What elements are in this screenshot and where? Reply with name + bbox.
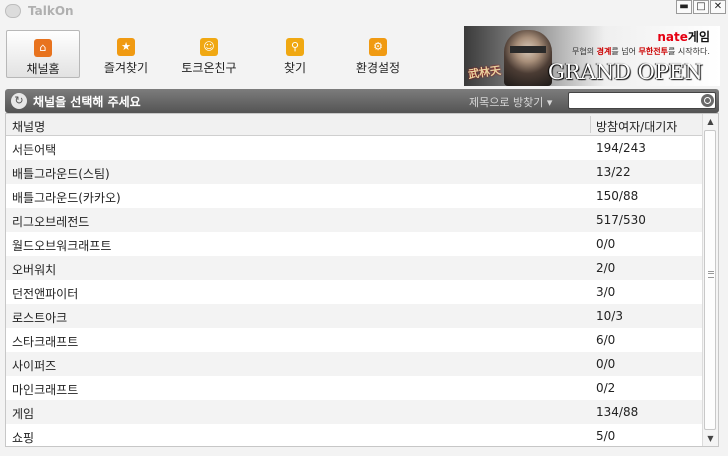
channel-name: 오버워치: [12, 263, 57, 277]
table-row[interactable]: 배틀그라운드(스팀) 13/22: [6, 160, 703, 184]
channel-home-icon: ⌂: [34, 39, 52, 57]
ad-headline: GRAND OPEN: [548, 60, 703, 84]
toolbar-search-button[interactable]: ⚲ 찾기: [258, 30, 332, 78]
table-row[interactable]: 월드오브워크래프트 0/0: [6, 232, 703, 256]
channel-count: 150/88: [596, 189, 639, 203]
scroll-up-arrow-icon[interactable]: ▲: [703, 114, 718, 129]
search-input[interactable]: [572, 94, 690, 107]
title-bar: TalkOn ▬ □ ✕: [0, 0, 728, 24]
toolbar-label: 환경설정: [355, 61, 401, 75]
channel-count: 13/22: [596, 165, 631, 179]
channel-count: 0/2: [596, 381, 616, 395]
table-row[interactable]: 게임 134/88: [6, 400, 703, 424]
window-controls: ▬ □ ✕: [676, 0, 726, 14]
ad-brand: nate게임: [657, 28, 710, 45]
ad-brand-suffix: 게임: [687, 30, 710, 44]
scrollbar-thumb[interactable]: [704, 130, 716, 430]
toolbar-favorites-button[interactable]: ★ 즐겨찾기: [89, 30, 163, 78]
toolbar-settings-button[interactable]: ⚙ 환경설정: [341, 30, 415, 78]
search-icon[interactable]: [701, 94, 714, 107]
channel-count: 10/3: [596, 309, 623, 323]
channel-name: 마인크래프트: [12, 383, 79, 397]
talkon-logo-icon: [5, 4, 21, 18]
window-title: TalkOn: [28, 4, 74, 18]
ad-character-image: [504, 30, 552, 86]
star-icon: ★: [117, 38, 135, 56]
table-rows: 서든어택 194/243 배틀그라운드(스팀) 13/22 배틀그라운드(카카오) 1…: [6, 136, 703, 446]
channel-name: 로스트아크: [12, 311, 68, 325]
channel-name: 스타크래프트: [12, 335, 79, 349]
maximize-button[interactable]: □: [693, 0, 709, 14]
table-row[interactable]: 던전앤파이터 3/0: [6, 280, 703, 304]
channel-count: 5/0: [596, 429, 616, 443]
close-button[interactable]: ✕: [710, 0, 726, 14]
channel-count: 0/0: [596, 357, 616, 371]
search-box: [568, 92, 716, 109]
column-divider[interactable]: [590, 116, 591, 133]
toolbar-label: 즐겨찾기: [103, 61, 149, 75]
ad-tagline: 무협의 경계를 넘어 무한전투를 시작하다.: [572, 47, 710, 56]
table-row[interactable]: 로스트아크 10/3: [6, 304, 703, 328]
channel-count: 517/530: [596, 213, 646, 227]
channel-name: 리그오브레전드: [12, 215, 90, 229]
column-header-participants[interactable]: 방참여자/대기자: [596, 118, 677, 135]
channel-header-bar: ↻ 채널을 선택해 주세요 제목으로 방찾기 ▾: [5, 89, 719, 113]
toolbar-friends-button[interactable]: ☺ 토크온친구: [172, 30, 246, 78]
scrollbar-grip-icon: [708, 271, 714, 278]
channel-name: 던전앤파이터: [12, 287, 79, 301]
channel-count: 2/0: [596, 261, 616, 275]
nate-logo: nate: [657, 30, 688, 44]
toolbar-label: 토크온친구: [181, 61, 237, 75]
channel-count: 0/0: [596, 237, 616, 251]
search-mode-dropdown[interactable]: 제목으로 방찾기 ▾: [469, 94, 552, 110]
channel-count: 194/243: [596, 141, 646, 155]
column-header-channel-name[interactable]: 채널명: [12, 118, 45, 135]
minimize-button[interactable]: ▬: [676, 0, 692, 14]
scroll-down-arrow-icon[interactable]: ▼: [703, 431, 718, 446]
table-row[interactable]: 오버워치 2/0: [6, 256, 703, 280]
magnifier-icon: ⚲: [286, 38, 304, 56]
ad-banner[interactable]: 武林天 nate게임 무협의 경계를 넘어 무한전투를 시작하다. GRAND …: [464, 26, 720, 86]
channel-name: 서든어택: [12, 143, 57, 157]
toolbar-label: 찾기: [283, 61, 307, 75]
vertical-scrollbar[interactable]: ▲ ▼: [702, 114, 718, 446]
toolbar-channel-home-button[interactable]: ⌂ 채널홈: [6, 30, 80, 78]
channel-count: 134/88: [596, 405, 639, 419]
table-row[interactable]: 쇼핑 5/0: [6, 424, 703, 446]
ad-game-logo: 武林天: [467, 63, 502, 82]
table-header: 채널명 방참여자/대기자: [6, 114, 703, 136]
channel-name: 게임: [12, 407, 35, 421]
ad-character-blindfold: [510, 46, 546, 53]
toolbar-label: 채널홈: [26, 62, 60, 76]
channel-name: 배틀그라운드(카카오): [12, 191, 121, 205]
channel-header-title: 채널을 선택해 주세요: [33, 95, 141, 109]
table-row[interactable]: 서든어택 194/243: [6, 136, 703, 160]
channel-count: 6/0: [596, 333, 616, 347]
table-row[interactable]: 리그오브레전드 517/530: [6, 208, 703, 232]
channel-count: 3/0: [596, 285, 616, 299]
table-row[interactable]: 사이퍼즈 0/0: [6, 352, 703, 376]
smiley-icon: ☺: [200, 38, 218, 56]
channel-name: 월드오브워크래프트: [12, 239, 112, 253]
channel-name: 쇼핑: [12, 431, 35, 445]
channel-name: 배틀그라운드(스팀): [12, 167, 110, 181]
gear-icon: ⚙: [369, 38, 387, 56]
table-row[interactable]: 스타크래프트 6/0: [6, 328, 703, 352]
channel-table: 채널명 방참여자/대기자 서든어택 194/243 배틀그라운드(스팀) 13/22…: [5, 113, 719, 447]
refresh-icon[interactable]: ↻: [11, 93, 27, 109]
table-row[interactable]: 마인크래프트 0/2: [6, 376, 703, 400]
table-row[interactable]: 배틀그라운드(카카오) 150/88: [6, 184, 703, 208]
channel-name: 사이퍼즈: [12, 359, 57, 373]
